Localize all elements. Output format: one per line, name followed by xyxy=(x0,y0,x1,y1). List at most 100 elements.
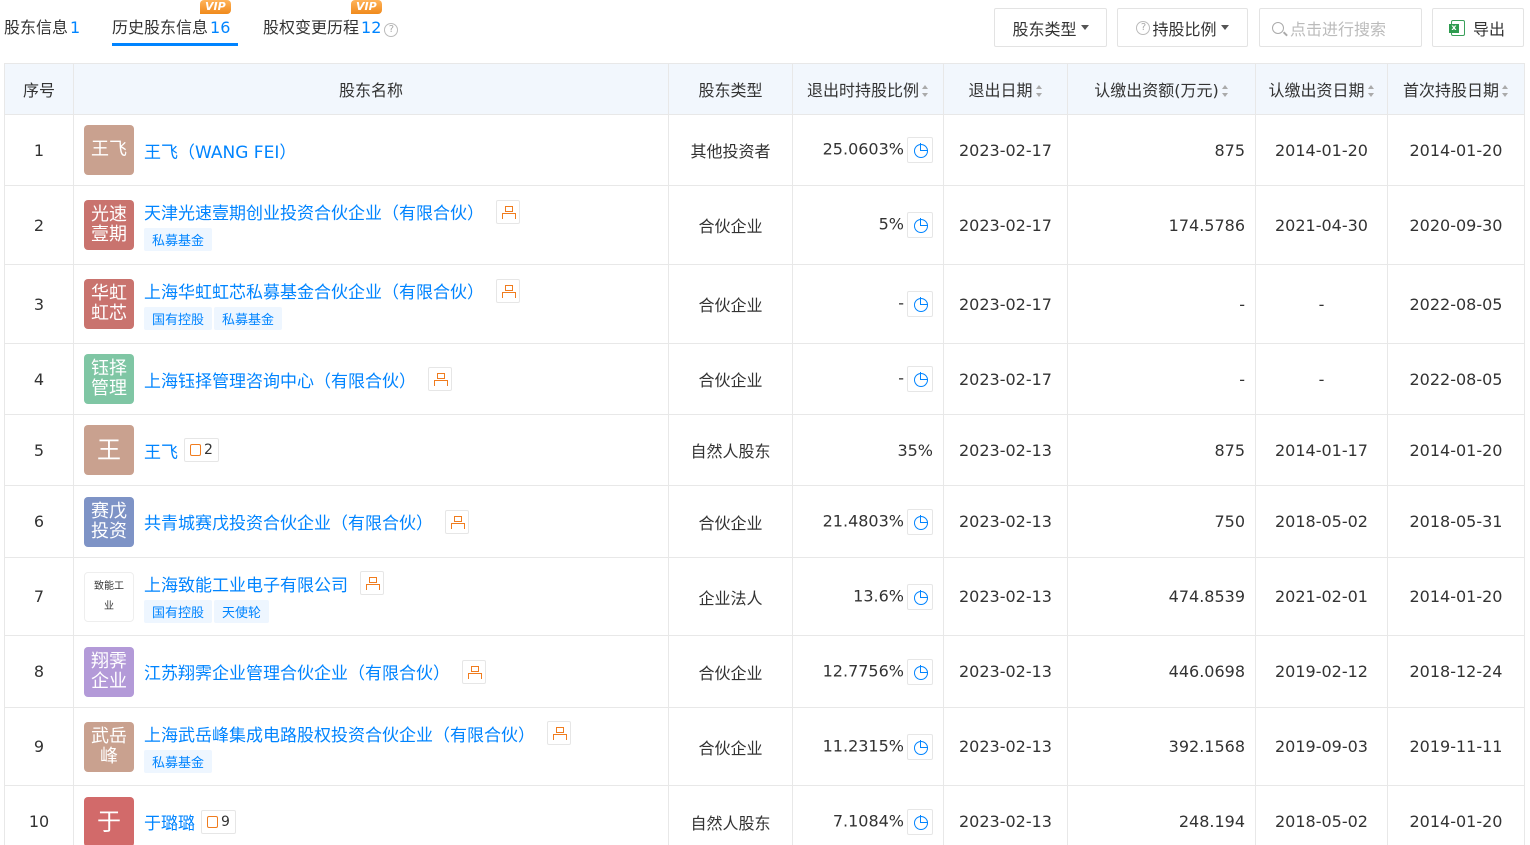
sort-icon xyxy=(1221,85,1229,97)
first-hold-date: 2014-01-20 xyxy=(1387,557,1525,636)
org-structure-icon[interactable] xyxy=(496,278,520,303)
top-bar: 股东信息 1 VIP 历史股东信息 16 VIP 股权变更历程 12? 股东类型 ? 持… xyxy=(0,0,1530,62)
row-index: 10 xyxy=(4,785,74,845)
company-logo[interactable]: 王 xyxy=(84,425,134,475)
col-index: 序号 xyxy=(4,63,74,115)
subscribed-amount: 446.0698 xyxy=(1067,635,1256,708)
exit-date: 2023-02-13 xyxy=(943,557,1068,636)
row-index: 1 xyxy=(4,114,74,186)
holder-type: 其他投资者 xyxy=(668,114,793,186)
table-row: 10 于于璐璐 9 自然人股东 7.1084% 2023-02-13 248.194 2018… xyxy=(4,785,1525,845)
tab-shareholder-info[interactable]: 股东信息 1 xyxy=(4,14,80,38)
org-structure-icon[interactable] xyxy=(445,509,469,534)
exit-ratio: 5% xyxy=(878,214,904,234)
table-header: 序号 股东名称 股东类型 退出时持股比例 退出日期 认缴出资额(万元) 认缴出资… xyxy=(4,63,1525,115)
company-logo[interactable]: 华虹虹芯 xyxy=(84,279,134,329)
tag[interactable]: 天使轮 xyxy=(214,599,270,623)
company-logo[interactable]: 武岳峰 xyxy=(84,721,134,772)
company-logo[interactable]: 光速壹期 xyxy=(84,200,134,250)
first-hold-date: 2022-08-05 xyxy=(1387,264,1525,344)
pie-chart-icon[interactable] xyxy=(907,658,933,685)
col-exit-date[interactable]: 退出日期 xyxy=(943,63,1068,115)
first-hold-date: 2014-01-20 xyxy=(1387,414,1525,486)
org-structure-icon[interactable] xyxy=(428,367,452,391)
exit-ratio: - xyxy=(898,368,904,388)
subscribed-date: 2018-05-02 xyxy=(1255,485,1388,558)
related-companies-badge[interactable]: 9 xyxy=(201,809,236,834)
row-index: 5 xyxy=(4,414,74,486)
pie-chart-icon[interactable] xyxy=(907,733,933,760)
exit-date: 2023-02-17 xyxy=(943,114,1068,186)
shareholder-name-link[interactable]: 于璐璐 xyxy=(144,809,195,834)
ratio-dropdown[interactable]: ? 持股比例 xyxy=(1117,8,1248,47)
holder-type: 自然人股东 xyxy=(668,785,793,845)
exit-ratio: 25.0603% xyxy=(822,139,904,159)
shareholder-name-link[interactable]: 王飞 xyxy=(144,438,178,463)
relation-icon xyxy=(190,444,201,456)
shareholder-name-link[interactable]: 上海致能工业电子有限公司 xyxy=(144,571,348,596)
exit-ratio: 13.6% xyxy=(853,586,904,605)
pie-chart-icon[interactable] xyxy=(907,137,933,163)
col-first-date[interactable]: 首次持股日期 xyxy=(1387,63,1525,115)
col-sub-date[interactable]: 认缴出资日期 xyxy=(1255,63,1388,115)
company-logo[interactable]: 钰择管理 xyxy=(84,354,134,404)
pie-chart-icon[interactable] xyxy=(907,808,933,835)
pie-chart-icon[interactable] xyxy=(907,366,933,392)
company-logo[interactable]: 王飞 xyxy=(84,125,134,175)
table-row: 1 王飞 王飞（WANG FEI） 其他投资者 25.0603% 2023-02-17 87… xyxy=(4,114,1525,186)
col-amount[interactable]: 认缴出资额(万元) xyxy=(1067,63,1256,115)
tag[interactable]: 国有控股 xyxy=(144,307,213,330)
sort-icon xyxy=(1367,85,1375,97)
org-structure-icon[interactable] xyxy=(360,571,384,595)
company-logo[interactable]: 翔霁企业 xyxy=(84,646,134,697)
col-name: 股东名称 xyxy=(73,63,669,115)
subscribed-date: 2019-02-12 xyxy=(1255,635,1388,708)
pie-chart-icon[interactable] xyxy=(907,508,933,535)
help-icon[interactable]: ? xyxy=(384,23,399,37)
shareholder-name-link[interactable]: 江苏翔霁企业管理合伙企业（有限合伙） xyxy=(144,659,450,684)
tab-equity-change[interactable]: VIP 股权变更历程 12? xyxy=(263,0,399,38)
subscribed-amount: 875 xyxy=(1067,114,1256,186)
subscribed-date: 2021-02-01 xyxy=(1255,557,1388,636)
shareholder-name-link[interactable]: 上海华虹虹芯私募基金合伙企业（有限合伙） xyxy=(144,278,484,303)
subscribed-date: - xyxy=(1255,264,1388,344)
company-logo[interactable]: 致能工业 xyxy=(84,571,134,622)
holder-type-dropdown[interactable]: 股东类型 xyxy=(994,8,1107,47)
subscribed-date: 2018-05-02 xyxy=(1255,785,1388,845)
exit-ratio: - xyxy=(898,293,904,313)
tab-history-shareholder[interactable]: VIP 历史股东信息 16 xyxy=(112,0,231,38)
company-logo[interactable]: 赛戊投资 xyxy=(84,496,134,547)
pie-chart-icon[interactable] xyxy=(907,583,933,610)
exit-date: 2023-02-13 xyxy=(943,785,1068,845)
shareholder-name-link[interactable]: 王飞（WANG FEI） xyxy=(144,138,296,163)
tag[interactable]: 国有控股 xyxy=(144,599,213,623)
exit-date: 2023-02-13 xyxy=(943,414,1068,486)
sort-icon xyxy=(1502,85,1509,97)
related-companies-badge[interactable]: 2 xyxy=(184,438,219,462)
search-input[interactable]: 点击进行搜索 xyxy=(1259,8,1422,47)
col-exit-ratio[interactable]: 退出时持股比例 xyxy=(792,63,944,115)
tag[interactable]: 私募基金 xyxy=(144,228,213,251)
org-structure-icon[interactable] xyxy=(462,659,486,684)
pie-chart-icon[interactable] xyxy=(907,291,933,317)
org-structure-icon[interactable] xyxy=(547,721,571,745)
tag[interactable]: 私募基金 xyxy=(214,307,283,330)
shareholder-name-link[interactable]: 上海武岳峰集成电路股权投资合伙企业（有限合伙） xyxy=(144,721,535,746)
subscribed-date: 2014-01-17 xyxy=(1255,414,1388,486)
sort-icon xyxy=(1035,85,1043,97)
company-logo[interactable]: 于 xyxy=(84,796,134,845)
subscribed-date: - xyxy=(1255,343,1388,415)
shareholder-name-link[interactable]: 上海钰择管理咨询中心（有限合伙） xyxy=(144,367,416,392)
export-button[interactable]: 导出 xyxy=(1432,8,1524,47)
active-tab-underline xyxy=(112,43,238,46)
first-hold-date: 2014-01-20 xyxy=(1387,785,1525,845)
first-hold-date: 2014-01-20 xyxy=(1387,114,1525,186)
exit-ratio: 11.2315% xyxy=(822,736,904,755)
shareholder-name-link[interactable]: 天津光速壹期创业投资合伙企业（有限合伙） xyxy=(144,199,484,224)
row-index: 3 xyxy=(4,264,74,344)
org-structure-icon[interactable] xyxy=(496,199,520,224)
shareholder-name-link[interactable]: 共青城赛戊投资合伙企业（有限合伙） xyxy=(144,509,433,534)
tag[interactable]: 私募基金 xyxy=(144,749,213,773)
pie-chart-icon[interactable] xyxy=(907,212,933,238)
table-row: 3 华虹虹芯 上海华虹虹芯私募基金合伙企业（有限合伙） 国有控股 私募基金 合伙企业 -20… xyxy=(4,264,1525,344)
